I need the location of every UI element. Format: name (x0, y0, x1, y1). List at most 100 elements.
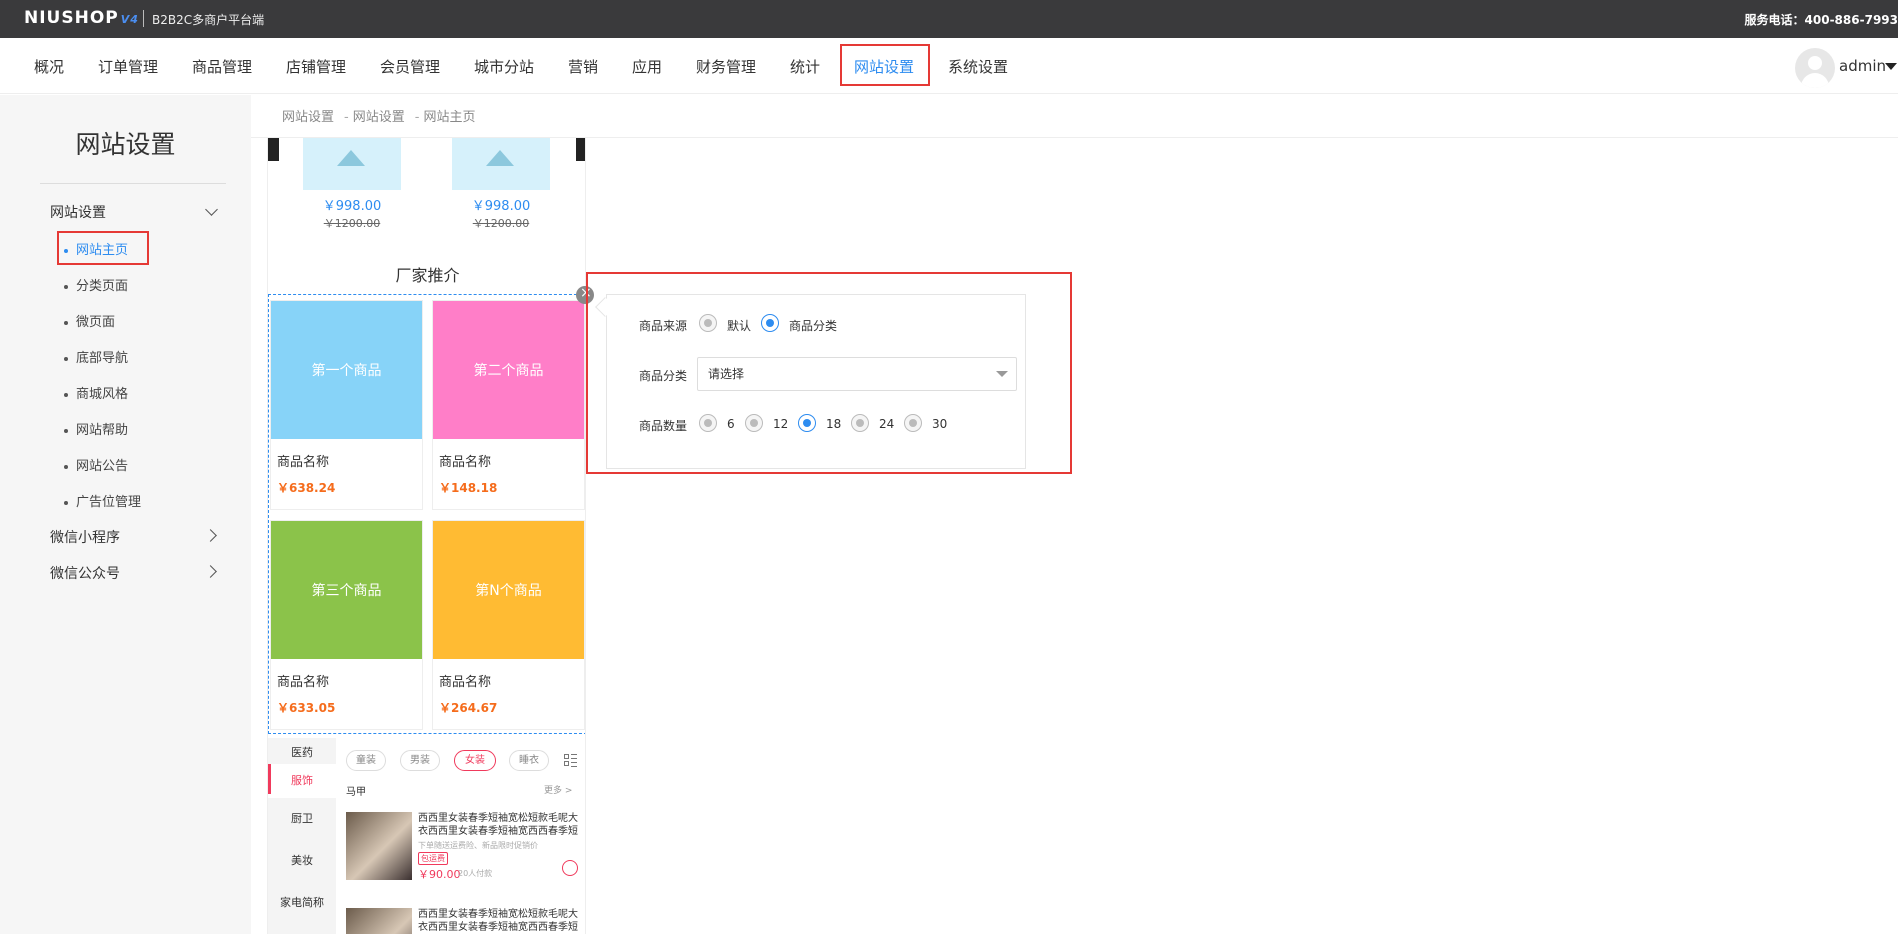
chevron-right-icon[interactable] (204, 529, 217, 542)
chevron-right-icon[interactable] (204, 565, 217, 578)
service-phone: 服务电话：400-886-7993 (1744, 13, 1898, 27)
sidebar-item-label: 网站帮助 (76, 423, 129, 438)
product-price: ￥998.00 (322, 199, 382, 214)
nav-members[interactable]: 会员管理 (380, 56, 440, 77)
goods-card[interactable]: 第N个商品 商品名称 ￥264.67 (432, 520, 585, 730)
sidebar-group-official-account[interactable]: 微信公众号 (50, 563, 120, 583)
sidebar-item-notice[interactable]: 网站公告 (64, 455, 128, 474)
nav-highlight-box (840, 44, 930, 86)
scroll-edge-left (268, 138, 279, 161)
goods-price: ￥148.18 (439, 481, 498, 495)
sidebar-highlight-box (57, 231, 149, 265)
goods-name: 商品名称 (439, 675, 492, 690)
goods-card[interactable]: 第三个商品 商品名称 ￥633.05 (270, 520, 423, 730)
product-old-price: ￥1200.00 (472, 217, 530, 230)
chevron-down-icon[interactable] (205, 203, 218, 216)
category-sidebar: 医药 服饰 厨卫 美妆 家电简称 (268, 738, 336, 934)
main-nav: 概况 订单管理 商品管理 店铺管理 会员管理 城市分站 营销 应用 财务管理 统… (0, 38, 1898, 94)
sidebar-item-label: 网站公告 (76, 459, 129, 474)
goods-image: 第N个商品 (433, 521, 584, 659)
sub-category-pill[interactable]: 童装 (346, 750, 386, 771)
cart-icon[interactable] (562, 860, 578, 876)
sidebar-title: 网站设置 (75, 130, 176, 159)
nav-city-sites[interactable]: 城市分站 (474, 56, 534, 77)
nav-system-settings[interactable]: 系统设置 (948, 56, 1008, 77)
logo-text: NIUSHOP (24, 8, 119, 28)
category-item-active[interactable]: 服饰 (268, 764, 336, 798)
goods-name: 商品名称 (277, 675, 330, 690)
product-price: ￥90.00 (418, 868, 461, 881)
breadcrumb-item[interactable]: 网站设置 (282, 110, 334, 125)
breadcrumb-item[interactable]: 网站设置 (353, 110, 405, 125)
sidebar-item-mall-style[interactable]: 商城风格 (64, 383, 128, 402)
nav-shops[interactable]: 店铺管理 (286, 56, 346, 77)
platform-subtitle: B2B2C多商户平台端 (152, 13, 265, 27)
product-title: 西西里女装春季短袖宽松短款毛呢大衣西西里女装春季短袖宽西西春季短袖... (418, 909, 578, 933)
breadcrumb: 网站设置 - 网站设置 - 网站主页 (282, 110, 476, 125)
product-sales: 20人付款 (458, 869, 493, 878)
sidebar-item-label: 微页面 (76, 315, 116, 330)
page-preview: ￥998.00 ￥998.00 ￥1200.00 ￥1200.00 厂家推介 第… (267, 138, 586, 934)
product-tag: 包运费 (418, 852, 448, 865)
sidebar-item-bottom-nav[interactable]: 底部导航 (64, 347, 128, 366)
goods-name: 商品名称 (439, 455, 492, 470)
category-item[interactable]: 家电简称 (268, 888, 336, 918)
goods-grid-module[interactable]: 第一个商品 商品名称 ￥638.24 第二个商品 商品名称 ￥148.18 第三… (268, 294, 585, 734)
category-item[interactable]: 美妆 (268, 846, 336, 876)
sidebar-item-micro-page[interactable]: 微页面 (64, 311, 115, 330)
sidebar-group-mini-program[interactable]: 微信小程序 (50, 527, 120, 547)
scroll-edge-right (576, 138, 585, 161)
goods-price: ￥633.05 (277, 701, 336, 715)
product-desc: 下单随送运费险、新品限时促销价 (418, 841, 538, 850)
sub-category-pill-active[interactable]: 女装 (454, 750, 496, 771)
sidebar-item-help[interactable]: 网站帮助 (64, 419, 128, 438)
product-price: ￥998.00 (471, 199, 531, 214)
image-placeholder-icon (452, 138, 550, 190)
goods-name: 商品名称 (277, 455, 330, 470)
user-avatar[interactable] (1795, 48, 1835, 88)
goods-image: 第二个商品 (433, 301, 584, 439)
nav-overview[interactable]: 概况 (34, 56, 64, 77)
caret-down-icon[interactable] (1885, 63, 1897, 70)
nav-apps[interactable]: 应用 (632, 56, 662, 77)
sidebar-group-website-settings[interactable]: 网站设置 (50, 202, 106, 222)
nav-finance[interactable]: 财务管理 (696, 56, 756, 77)
sidebar-item-label: 商城风格 (76, 387, 129, 402)
more-link[interactable]: 更多 > (544, 783, 572, 796)
nav-marketing[interactable]: 营销 (568, 56, 598, 77)
product-title: 西西里女装春季短袖宽松短款毛呢大衣西西里女装春季短袖宽西西春季短袖... (418, 813, 578, 837)
product-old-price: ￥1200.00 (323, 217, 381, 230)
category-item[interactable]: 厨卫 (268, 804, 336, 834)
settings-highlight-box (586, 272, 1072, 474)
sidebar-item-label: 广告位管理 (76, 495, 142, 510)
sidebar-item-label: 底部导航 (76, 351, 129, 366)
niushop-logo[interactable]: NIUSHOP V4 (24, 8, 139, 28)
sub-category-pill[interactable]: 睡衣 (509, 750, 549, 771)
nav-stats[interactable]: 统计 (790, 56, 820, 77)
goods-price: ￥638.24 (277, 481, 336, 495)
breadcrumb-current: 网站主页 (423, 110, 476, 125)
goods-image: 第三个商品 (271, 521, 422, 659)
sub-category-pill[interactable]: 男装 (400, 750, 440, 771)
goods-card[interactable]: 第一个商品 商品名称 ￥638.24 (270, 300, 423, 510)
user-name[interactable]: admin (1839, 57, 1886, 75)
sidebar: 网站设置 网站设置 网站主页 分类页面 微页面 底部导航 商城风格 网站帮助 网… (0, 95, 251, 934)
sidebar-divider (40, 183, 226, 184)
grid-view-icon[interactable] (564, 754, 577, 767)
sidebar-item-ad-slots[interactable]: 广告位管理 (64, 491, 141, 510)
image-placeholder-icon (303, 138, 401, 190)
section-title: 厂家推介 (395, 266, 460, 285)
top-bar: NIUSHOP V4 B2B2C多商户平台端 服务电话：400-886-7993 (0, 0, 1898, 38)
sub-category-title: 马甲 (346, 787, 366, 798)
sidebar-item-category-page[interactable]: 分类页面 (64, 275, 128, 294)
product-image (346, 908, 412, 934)
goods-image: 第一个商品 (271, 301, 422, 439)
logo-version: V4 (120, 13, 139, 26)
nav-orders[interactable]: 订单管理 (98, 56, 158, 77)
category-active-bar (268, 764, 271, 794)
sidebar-item-label: 分类页面 (76, 279, 129, 294)
logo-divider (143, 10, 144, 27)
goods-card[interactable]: 第二个商品 商品名称 ￥148.18 (432, 300, 585, 510)
nav-goods[interactable]: 商品管理 (192, 56, 252, 77)
goods-price: ￥264.67 (439, 701, 498, 715)
